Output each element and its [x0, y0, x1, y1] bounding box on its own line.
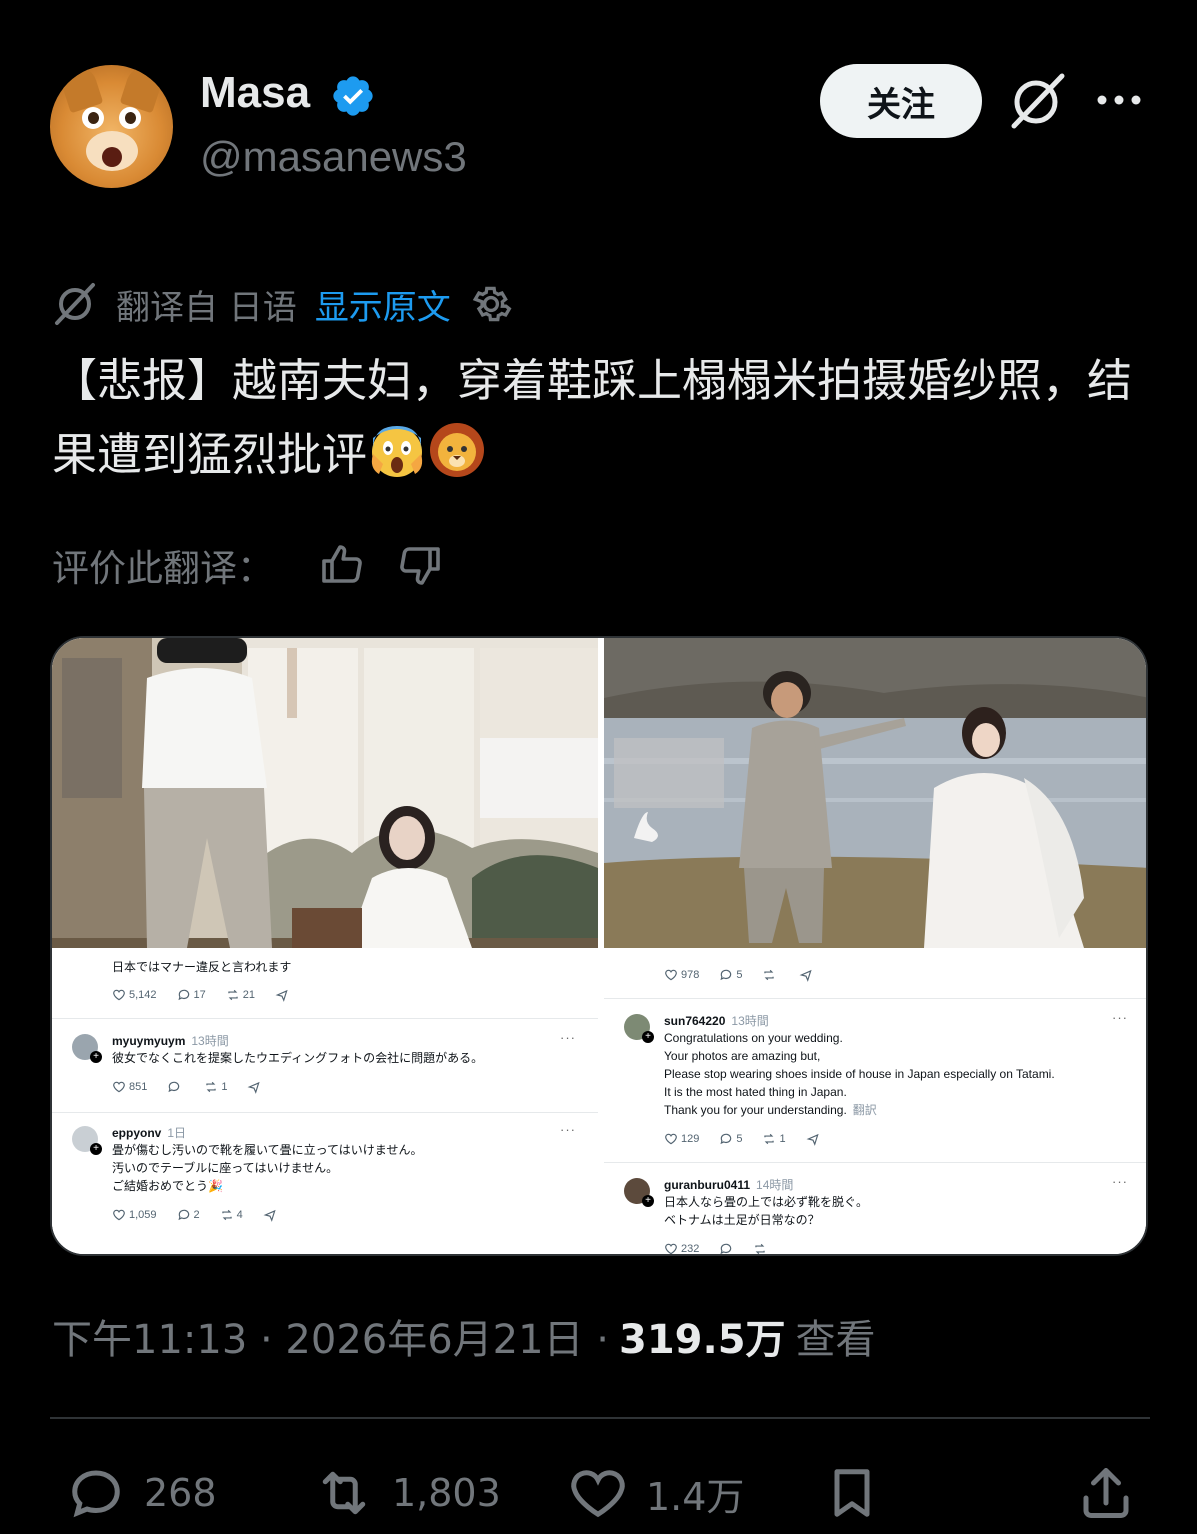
comment-more-icon: ··· [1112, 1174, 1128, 1189]
media-image[interactable]: 日本ではマナー違反と言われます 5,142 17 21 myuymyuym13時… [50, 636, 1148, 1256]
bookmark-icon [834, 1469, 870, 1517]
comment-text: ご結婚おめでとう🎉 [112, 1179, 223, 1193]
wedding-photo-lake [604, 638, 1146, 948]
comment-more-icon: ··· [560, 1122, 576, 1137]
commenter-username: guranburu0411 14時間 [664, 1178, 794, 1192]
reply-icon [168, 1081, 180, 1093]
comment-text: Congratulations on your wedding. [664, 1031, 843, 1045]
comment-text: It is the most hated thing in Japan. [664, 1085, 847, 1099]
share-button[interactable] [1076, 1462, 1154, 1524]
repost-icon [228, 989, 238, 1001]
like-button[interactable]: 1.4万 [568, 1462, 744, 1524]
tweet-body: 【悲报】越南夫妇，穿着鞋踩上榻榻米拍摄婚纱照，结果遭到猛烈批评 [52, 354, 1133, 481]
commenter-avatar [624, 1178, 654, 1207]
reply-icon [720, 1243, 732, 1254]
share-icon [275, 989, 288, 1002]
tweet-timestamp[interactable]: 下午11:13 · 2026年6月21日 · [52, 1307, 609, 1365]
repost-count: 1,803 [392, 1471, 501, 1515]
commenter-avatar [72, 1126, 102, 1155]
comment-stats: 1,059 2 4 [112, 1208, 297, 1222]
views-label: 查看 [795, 1317, 876, 1363]
rate-translation-label: 评价此翻译： [52, 547, 274, 590]
show-original-link[interactable]: 显示原文 [315, 280, 451, 329]
tweet-meta: 下午11:13 · 2026年6月21日 · 319.5万 查看 [52, 1308, 876, 1364]
comment-text: 畳が傷むし汚いので靴を履いて畳に立ってはいけません。 [112, 1143, 423, 1157]
rate-translation-row: 评价此翻译： [52, 537, 474, 593]
more-icon[interactable] [1094, 80, 1144, 120]
thumbs-down-icon[interactable] [396, 541, 444, 589]
author-name[interactable]: Masa [200, 68, 310, 118]
share-icon [806, 1133, 819, 1146]
share-icon [263, 1209, 276, 1222]
translation-row: 翻译自 日语 显示原文 [52, 280, 513, 328]
thumbs-up-icon[interactable] [318, 541, 366, 589]
comment-text: ベトナムは土足が日常なの？ [664, 1213, 820, 1227]
reply-icon [72, 1470, 120, 1518]
reply-icon [720, 969, 732, 981]
repost-icon [764, 969, 775, 981]
share-icon [1083, 1468, 1129, 1518]
commenter-avatar [624, 1014, 654, 1043]
comment-screenshot-left: 日本ではマナー違反と言われます 5,142 17 21 myuymyuym13時… [52, 950, 598, 1254]
comment-text: 日本人なら畳の上では必ず靴を脱ぐ。 [664, 1195, 869, 1209]
comment-text: 汚いのでテーブルに座ってはいけません。 [112, 1161, 339, 1175]
reply-button[interactable]: 268 [66, 1462, 217, 1524]
repost-icon [206, 1081, 217, 1093]
heart-icon [113, 989, 125, 1001]
commenter-avatar [72, 1034, 102, 1063]
tweet-text: 【悲报】越南夫妇，穿着鞋踩上榻榻米拍摄婚纱照，结果遭到猛烈批评 [52, 344, 1147, 492]
comment-text: Thank you for your understanding. 翻訳 [664, 1103, 877, 1117]
screaming-face-emoji-icon [371, 426, 423, 477]
comment-stats: 978 5 [664, 968, 833, 982]
repost-icon [221, 1209, 232, 1221]
comment-text: Please stop wearing shoes inside of hous… [664, 1067, 1055, 1081]
grok-translate-icon [55, 283, 95, 325]
heart-icon [665, 1133, 677, 1145]
comment-stats: 851 1 [112, 1080, 281, 1094]
comment-more-icon: ··· [560, 1030, 576, 1045]
comment-stats: 5,142 17 21 [112, 988, 309, 1002]
like-count: 1.4万 [646, 1474, 745, 1519]
divider [50, 1417, 1150, 1419]
reply-icon [720, 1133, 732, 1145]
bookmark-button[interactable] [822, 1462, 900, 1524]
wedding-photo-indoor [52, 638, 598, 948]
avatar[interactable] [50, 65, 173, 188]
repost-icon [755, 1243, 766, 1254]
action-bar: 268 1,803 1.4万 [66, 1462, 1166, 1524]
top-comment-text: 日本ではマナー違反と言われます [112, 960, 292, 974]
reply-icon [177, 989, 189, 1001]
comment-more-icon: ··· [1112, 1010, 1128, 1025]
commenter-username: eppyonv 1日 [112, 1126, 187, 1140]
heart-icon [665, 969, 677, 981]
share-icon [248, 1081, 261, 1094]
heart-icon [113, 1081, 125, 1093]
comment-screenshot-right: 978 5 sun76422013時間 ··· Congratulations … [604, 950, 1146, 1254]
comment-text: Your photos are amazing but, [664, 1049, 821, 1063]
reply-count: 268 [144, 1471, 217, 1515]
grok-icon[interactable] [1006, 70, 1068, 132]
share-icon [800, 969, 813, 982]
settings-gear-icon[interactable] [469, 282, 513, 326]
heart-icon [113, 1209, 125, 1221]
comment-text: 彼女でなくこれを提案したウエディングフォトの会社に問題がある。 [112, 1051, 484, 1065]
commenter-username: sun764220 13時間 [664, 1014, 769, 1028]
heart-icon [571, 1470, 625, 1518]
comment-stats: 232 [664, 1242, 787, 1254]
media-left-panel: 日本ではマナー違反と言われます 5,142 17 21 myuymyuym13時… [52, 638, 598, 1254]
author-handle[interactable]: @masanews3 [200, 133, 467, 181]
commenter-username: myuymyuym 13時間 [112, 1034, 229, 1048]
comment-stats: 129 5 1 [664, 1132, 840, 1146]
media-right-panel: 978 5 sun76422013時間 ··· Congratulations … [604, 638, 1146, 1254]
heart-icon [665, 1243, 677, 1254]
translated-from-label: 翻译自 日语 [116, 287, 297, 328]
view-count: 319.5万 [619, 1317, 786, 1363]
reply-icon [177, 1209, 189, 1221]
repost-icon [322, 1471, 366, 1515]
verified-badge-icon [333, 76, 373, 116]
repost-icon [764, 1133, 775, 1145]
lion-face-emoji-icon [430, 423, 485, 477]
repost-button[interactable]: 1,803 [314, 1462, 501, 1524]
follow-button[interactable]: 关注 [820, 64, 982, 138]
